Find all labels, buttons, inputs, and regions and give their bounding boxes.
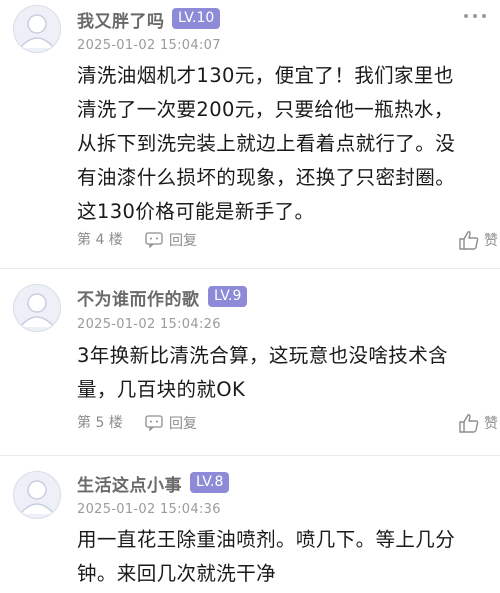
timestamp: 2025-01-02 15:04:26	[77, 317, 221, 332]
comment-text: 用一直花王除重油喷剂。喷几下。等上几分 钟。来回几次就洗干净	[77, 523, 487, 591]
comment-line: 清洗油烟机才130元，便宜了！我们家里也	[77, 64, 454, 87]
timestamp: 2025-01-02 15:04:07	[77, 38, 221, 53]
comment-line: 有油漆什么损坏的现象，还换了只密封圈。	[77, 166, 456, 189]
comment-line: 这130价格可能是新手了。	[77, 200, 315, 223]
thumbs-up-icon	[459, 231, 479, 250]
username[interactable]: 生活这点小事	[77, 471, 182, 496]
comment-line: 从拆下到洗完装上就边上看着点就行了。没	[77, 132, 456, 155]
reply-button[interactable]: 回复	[145, 411, 197, 435]
comment-line: 钟。来回几次就洗干净	[77, 562, 277, 585]
avatar[interactable]	[13, 5, 61, 53]
comment-footer: 第 4 楼 回复 赞	[77, 228, 498, 252]
level-badge: LV.9	[208, 286, 248, 307]
comment-line: 清洗了一次要200元，只要给他一瓶热水，	[77, 98, 454, 121]
floor-number: 第 5 楼	[77, 415, 123, 431]
like-button[interactable]: 赞	[458, 411, 498, 435]
reply-button[interactable]: 回复	[145, 228, 197, 252]
level-badge: LV.8	[190, 472, 230, 493]
reply-bubble-icon	[145, 415, 163, 431]
default-avatar-icon	[19, 293, 55, 328]
comment-item: 我又胖了吗 LV.10 2025-01-02 15:04:07 清洗油烟机才13…	[0, 0, 500, 268]
floor-number: 第 4 楼	[77, 232, 123, 248]
comment-item: 生活这点小事 LV.8 2025-01-02 15:04:36 用一直花王除重油…	[0, 456, 500, 593]
comment-line: 用一直花王除重油喷剂。喷几下。等上几分	[77, 528, 456, 551]
avatar[interactable]	[13, 471, 61, 519]
username[interactable]: 不为谁而作的歌	[77, 285, 200, 310]
comment-text: 3年换新比清洗合算，这玩意也没啥技术含 量，几百块的就OK	[77, 339, 487, 407]
like-button[interactable]: 赞	[458, 228, 498, 252]
comment-line: 3年换新比清洗合算，这玩意也没啥技术含	[77, 344, 449, 367]
reply-label: 回复	[169, 233, 197, 249]
comment-text: 清洗油烟机才130元，便宜了！我们家里也 清洗了一次要200元，只要给他一瓶热水…	[77, 59, 487, 229]
reply-label: 回复	[169, 416, 197, 432]
username[interactable]: 我又胖了吗	[77, 7, 165, 32]
avatar[interactable]	[13, 284, 61, 332]
default-avatar-icon	[19, 14, 55, 49]
level-badge: LV.10	[172, 8, 221, 29]
default-avatar-icon	[19, 480, 55, 515]
like-label: 赞	[484, 233, 498, 249]
timestamp: 2025-01-02 15:04:36	[77, 502, 221, 517]
reply-bubble-icon	[145, 232, 163, 248]
comment-line: 量，几百块的就OK	[77, 378, 246, 401]
like-label: 赞	[484, 416, 498, 432]
thumbs-up-icon	[459, 414, 479, 433]
more-dots-icon[interactable]	[464, 12, 486, 20]
comment-item: 不为谁而作的歌 LV.9 2025-01-02 15:04:26 3年换新比清洗…	[0, 269, 500, 455]
comment-footer: 第 5 楼 回复 赞	[77, 411, 498, 435]
